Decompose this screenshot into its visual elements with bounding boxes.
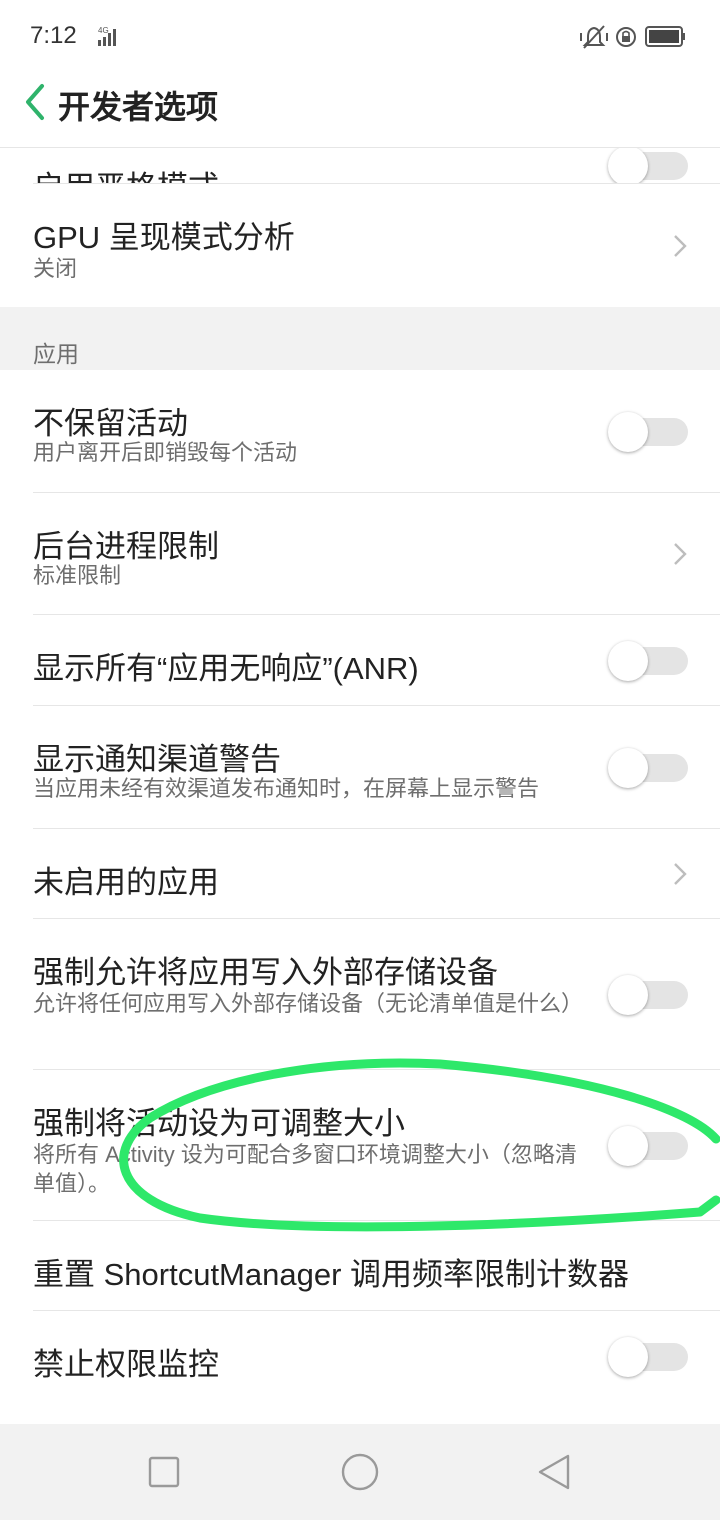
vibrate-mute-icon [580, 25, 608, 49]
setting-item-force-external-storage[interactable]: 强制允许将应用写入外部存储设备 允许将任何应用写入外部存储设备（无论清单值是什么… [0, 919, 720, 1070]
setting-item-reset-shortcutmanager[interactable]: 重置 ShortcutManager 调用频率限制计数器 [0, 1221, 720, 1311]
network-type: 4G [98, 26, 109, 35]
status-time: 7:12 [30, 22, 77, 49]
settings-list[interactable]: 启用严格模式 GPU 呈现模式分析 关闭 应用 不保留活动 用户离开后即销毁每个… [0, 74, 720, 1400]
setting-item-notification-channel-warnings[interactable]: 显示通知渠道警告 当应用未经有效渠道发布通知时，在屏幕上显示警告 [0, 706, 720, 829]
rotation-lock-icon [616, 27, 636, 47]
setting-subtitle: 将所有 Activity 设为可配合多窗口环境调整大小（忽略清单值）。 [33, 1142, 577, 1196]
setting-item-inactive-apps[interactable]: 未启用的应用 [0, 829, 720, 919]
chevron-right-icon [674, 235, 687, 257]
toggle-switch[interactable] [608, 412, 688, 452]
signal-icon: 4G [98, 26, 116, 46]
setting-item-background-process-limit[interactable]: 后台进程限制 标准限制 [0, 493, 720, 615]
app-header: 开发者选项 [0, 74, 720, 148]
setting-title: 后台进程限制 [33, 529, 219, 564]
circle-home-icon[interactable] [338, 1450, 382, 1494]
setting-item-force-resizable-activities[interactable]: 强制将活动设为可调整大小 将所有 Activity 设为可配合多窗口环境调整大小… [0, 1070, 720, 1221]
page-title: 开发者选项 [58, 89, 219, 125]
triangle-back-icon[interactable] [534, 1450, 578, 1494]
setting-title: 未启用的应用 [33, 865, 219, 900]
toggle-switch[interactable] [608, 975, 688, 1015]
setting-title: 不保留活动 [33, 406, 188, 441]
setting-title: GPU 呈现模式分析 [33, 220, 295, 255]
section-title: 应用 [33, 341, 79, 367]
status-icons [580, 25, 685, 49]
setting-subtitle: 允许将任何应用写入外部存储设备（无论清单值是什么） [33, 991, 584, 1016]
setting-item-gpu[interactable]: GPU 呈现模式分析 关闭 [0, 184, 720, 307]
battery-icon [645, 26, 685, 47]
navigation-bar [0, 1424, 720, 1520]
chevron-left-icon[interactable] [20, 82, 50, 122]
setting-title: 强制允许将应用写入外部存储设备 [33, 955, 498, 990]
setting-title: 强制将活动设为可调整大小 [33, 1106, 405, 1141]
setting-item-disable-permission-monitoring[interactable]: 禁止权限监控 [0, 1311, 720, 1400]
setting-item-dont-keep-activities[interactable]: 不保留活动 用户离开后即销毁每个活动 [0, 370, 720, 493]
setting-item-show-all-anr[interactable]: 显示所有“应用无响应”(ANR) [0, 615, 720, 706]
setting-title: 显示通知渠道警告 [33, 742, 281, 777]
setting-subtitle: 用户离开后即销毁每个活动 [33, 440, 298, 465]
setting-subtitle: 当应用未经有效渠道发布通知时，在屏幕上显示警告 [33, 776, 540, 801]
toggle-switch[interactable] [608, 1126, 688, 1166]
setting-title: 禁止权限监控 [33, 1347, 219, 1382]
setting-title: 显示所有“应用无响应”(ANR) [33, 651, 419, 686]
setting-subtitle: 标准限制 [33, 563, 122, 588]
section-header: 应用 [0, 307, 720, 370]
chevron-right-icon [674, 543, 687, 565]
setting-subtitle: 关闭 [33, 256, 78, 281]
setting-title: 重置 ShortcutManager 调用频率限制计数器 [33, 1257, 630, 1292]
status-bar: 7:12 4G [0, 0, 720, 74]
chevron-right-icon [674, 863, 687, 885]
toggle-switch[interactable] [608, 641, 688, 681]
square-recents-icon[interactable] [142, 1450, 186, 1494]
toggle-switch[interactable] [608, 1337, 688, 1377]
toggle-switch[interactable] [608, 146, 688, 186]
toggle-switch[interactable] [608, 748, 688, 788]
